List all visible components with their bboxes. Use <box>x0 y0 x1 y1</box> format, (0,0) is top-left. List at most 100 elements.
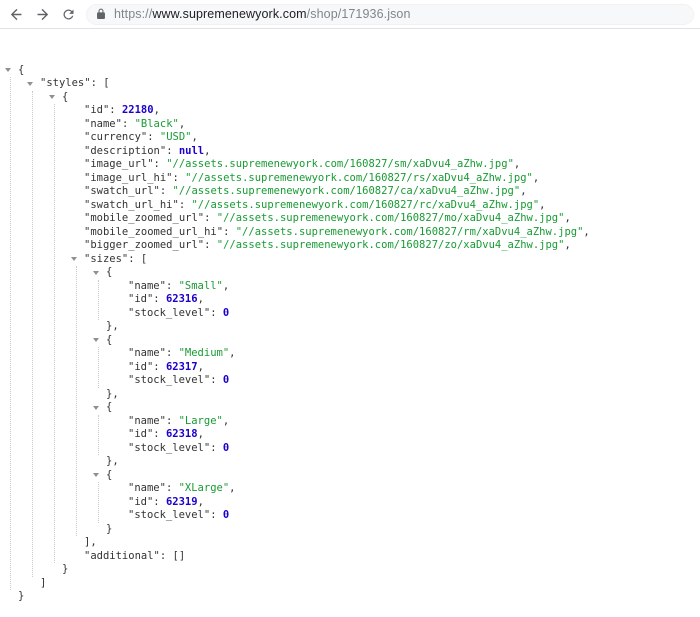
json-line: "id": 62319, <box>99 496 700 510</box>
expand-triangle-icon[interactable] <box>71 257 77 261</box>
json-literal-value: 0 <box>222 441 230 454</box>
json-punctuation: : <box>153 158 167 170</box>
json-punctuation: , <box>539 198 546 211</box>
json-line: }, <box>77 320 700 334</box>
json-line: } <box>77 523 700 537</box>
expand-triangle-icon[interactable] <box>27 81 33 86</box>
json-punctuation: : <box>223 225 236 238</box>
json-punctuation: , <box>197 293 204 305</box>
expand-triangle-icon[interactable] <box>93 405 99 410</box>
lock-icon <box>96 8 106 20</box>
json-string-value: "Small" <box>178 279 223 292</box>
json-key: "name" <box>84 117 122 130</box>
json-line: "id": 62317, <box>99 361 700 375</box>
json-punctuation: : <box>210 509 223 521</box>
url-bar[interactable]: https://www.supremenewyork.com/shop/1719… <box>86 3 694 25</box>
json-line: "styles": [ <box>11 77 700 91</box>
json-punctuation: : <box>210 306 223 319</box>
json-line: { <box>77 266 700 280</box>
url-text: https://www.supremenewyork.com/shop/1719… <box>114 7 411 21</box>
json-punctuation: [] <box>172 549 186 562</box>
forward-button[interactable] <box>29 1 55 27</box>
expand-triangle-icon[interactable] <box>93 473 99 477</box>
json-punctuation: : <box>109 104 122 116</box>
json-punctuation: : <box>159 549 173 562</box>
back-button[interactable] <box>3 1 29 27</box>
json-line: "swatch_url_hi": "//assets.supremenewyor… <box>55 199 700 213</box>
json-punctuation: , <box>229 347 236 359</box>
json-string-value: "//assets.supremenewyork.com/160827/ca/x… <box>172 185 521 197</box>
json-literal-value: 22180 <box>121 104 154 116</box>
json-string-value: "XLarge" <box>178 482 230 494</box>
json-literal-value: 62317 <box>165 360 198 373</box>
json-punctuation: { <box>106 468 113 481</box>
json-punctuation: , <box>520 185 527 197</box>
json-literal-value: 0 <box>222 306 230 319</box>
json-literal-value: 62316 <box>165 293 198 305</box>
json-punctuation: , <box>513 158 521 170</box>
json-key: "id" <box>128 360 154 373</box>
json-key: "name" <box>128 347 166 359</box>
json-punctuation: , <box>204 144 211 157</box>
json-punctuation: { <box>62 90 69 103</box>
json-line: "stock_level": 0 <box>99 509 700 523</box>
json-string-value: "USD" <box>159 131 192 143</box>
json-punctuation: , <box>564 239 571 251</box>
json-punctuation: : <box>172 171 186 184</box>
json-punctuation: , <box>532 171 540 184</box>
json-literal-value: 0 <box>222 374 230 386</box>
json-line: "swatch_url": "//assets.supremenewyork.c… <box>55 185 700 199</box>
json-key: "swatch_url" <box>84 185 160 197</box>
json-line: "id": 62318, <box>99 428 700 442</box>
json-punctuation: }, <box>106 320 119 332</box>
expand-triangle-icon[interactable] <box>93 270 99 275</box>
browser-toolbar: https://www.supremenewyork.com/shop/1719… <box>0 0 700 29</box>
json-punctuation: , <box>229 482 236 494</box>
json-line: "name": "Black", <box>55 118 700 132</box>
json-punctuation: , <box>197 495 204 508</box>
json-line: }, <box>77 388 700 402</box>
url-scheme: https:// <box>114 7 153 21</box>
json-line: "name": "XLarge", <box>99 482 700 496</box>
json-children: "name": "XLarge", "id": 62319, "stock_leve… <box>98 482 700 523</box>
json-punctuation: { <box>106 333 113 346</box>
json-key: "mobile_zoomed_url_hi" <box>84 225 224 238</box>
json-punctuation: : <box>210 441 223 454</box>
json-punctuation: , <box>222 279 230 292</box>
json-key: "stock_level" <box>128 441 211 454</box>
reload-icon <box>61 7 76 22</box>
json-line: { <box>77 469 700 483</box>
json-punctuation: }, <box>106 455 119 467</box>
json-key: "styles" <box>40 77 91 89</box>
json-punctuation: [ <box>140 252 148 265</box>
json-children: {"name": "Small", "id": 62316, "stock_leve… <box>76 266 700 536</box>
json-line: "stock_level": 0 <box>99 442 700 456</box>
json-punctuation: { <box>106 266 113 278</box>
json-string-value: "//assets.supremenewyork.com/160827/rc/x… <box>191 198 540 211</box>
json-line: "additional": [] <box>55 550 700 564</box>
expand-triangle-icon[interactable] <box>93 338 99 342</box>
json-punctuation: : <box>90 77 104 89</box>
json-punctuation: : <box>153 428 166 440</box>
json-key: "id" <box>128 428 154 440</box>
json-line: { <box>0 64 700 78</box>
expand-triangle-icon[interactable] <box>5 68 11 72</box>
json-key: "id" <box>84 104 110 116</box>
json-string-value: "//assets.supremenewyork.com/160827/zo/x… <box>216 239 565 251</box>
reload-button[interactable] <box>55 1 81 27</box>
json-line: "stock_level": 0 <box>99 307 700 321</box>
json-key: "stock_level" <box>128 306 211 319</box>
json-punctuation: : <box>165 347 179 359</box>
json-line: ], <box>55 536 700 550</box>
json-string-value: "Large" <box>178 414 223 427</box>
json-line: "id": 62316, <box>99 293 700 307</box>
json-punctuation: } <box>106 522 113 535</box>
json-punctuation: ] <box>40 576 47 589</box>
json-string-value: "Medium" <box>178 347 230 359</box>
json-children: {"id": 22180, "name": "Black", "currency":… <box>32 90 700 577</box>
json-punctuation: : <box>159 185 173 197</box>
json-punctuation: : <box>204 239 217 251</box>
json-key: "name" <box>128 279 166 292</box>
expand-triangle-icon[interactable] <box>49 95 55 99</box>
json-line: }, <box>77 455 700 469</box>
